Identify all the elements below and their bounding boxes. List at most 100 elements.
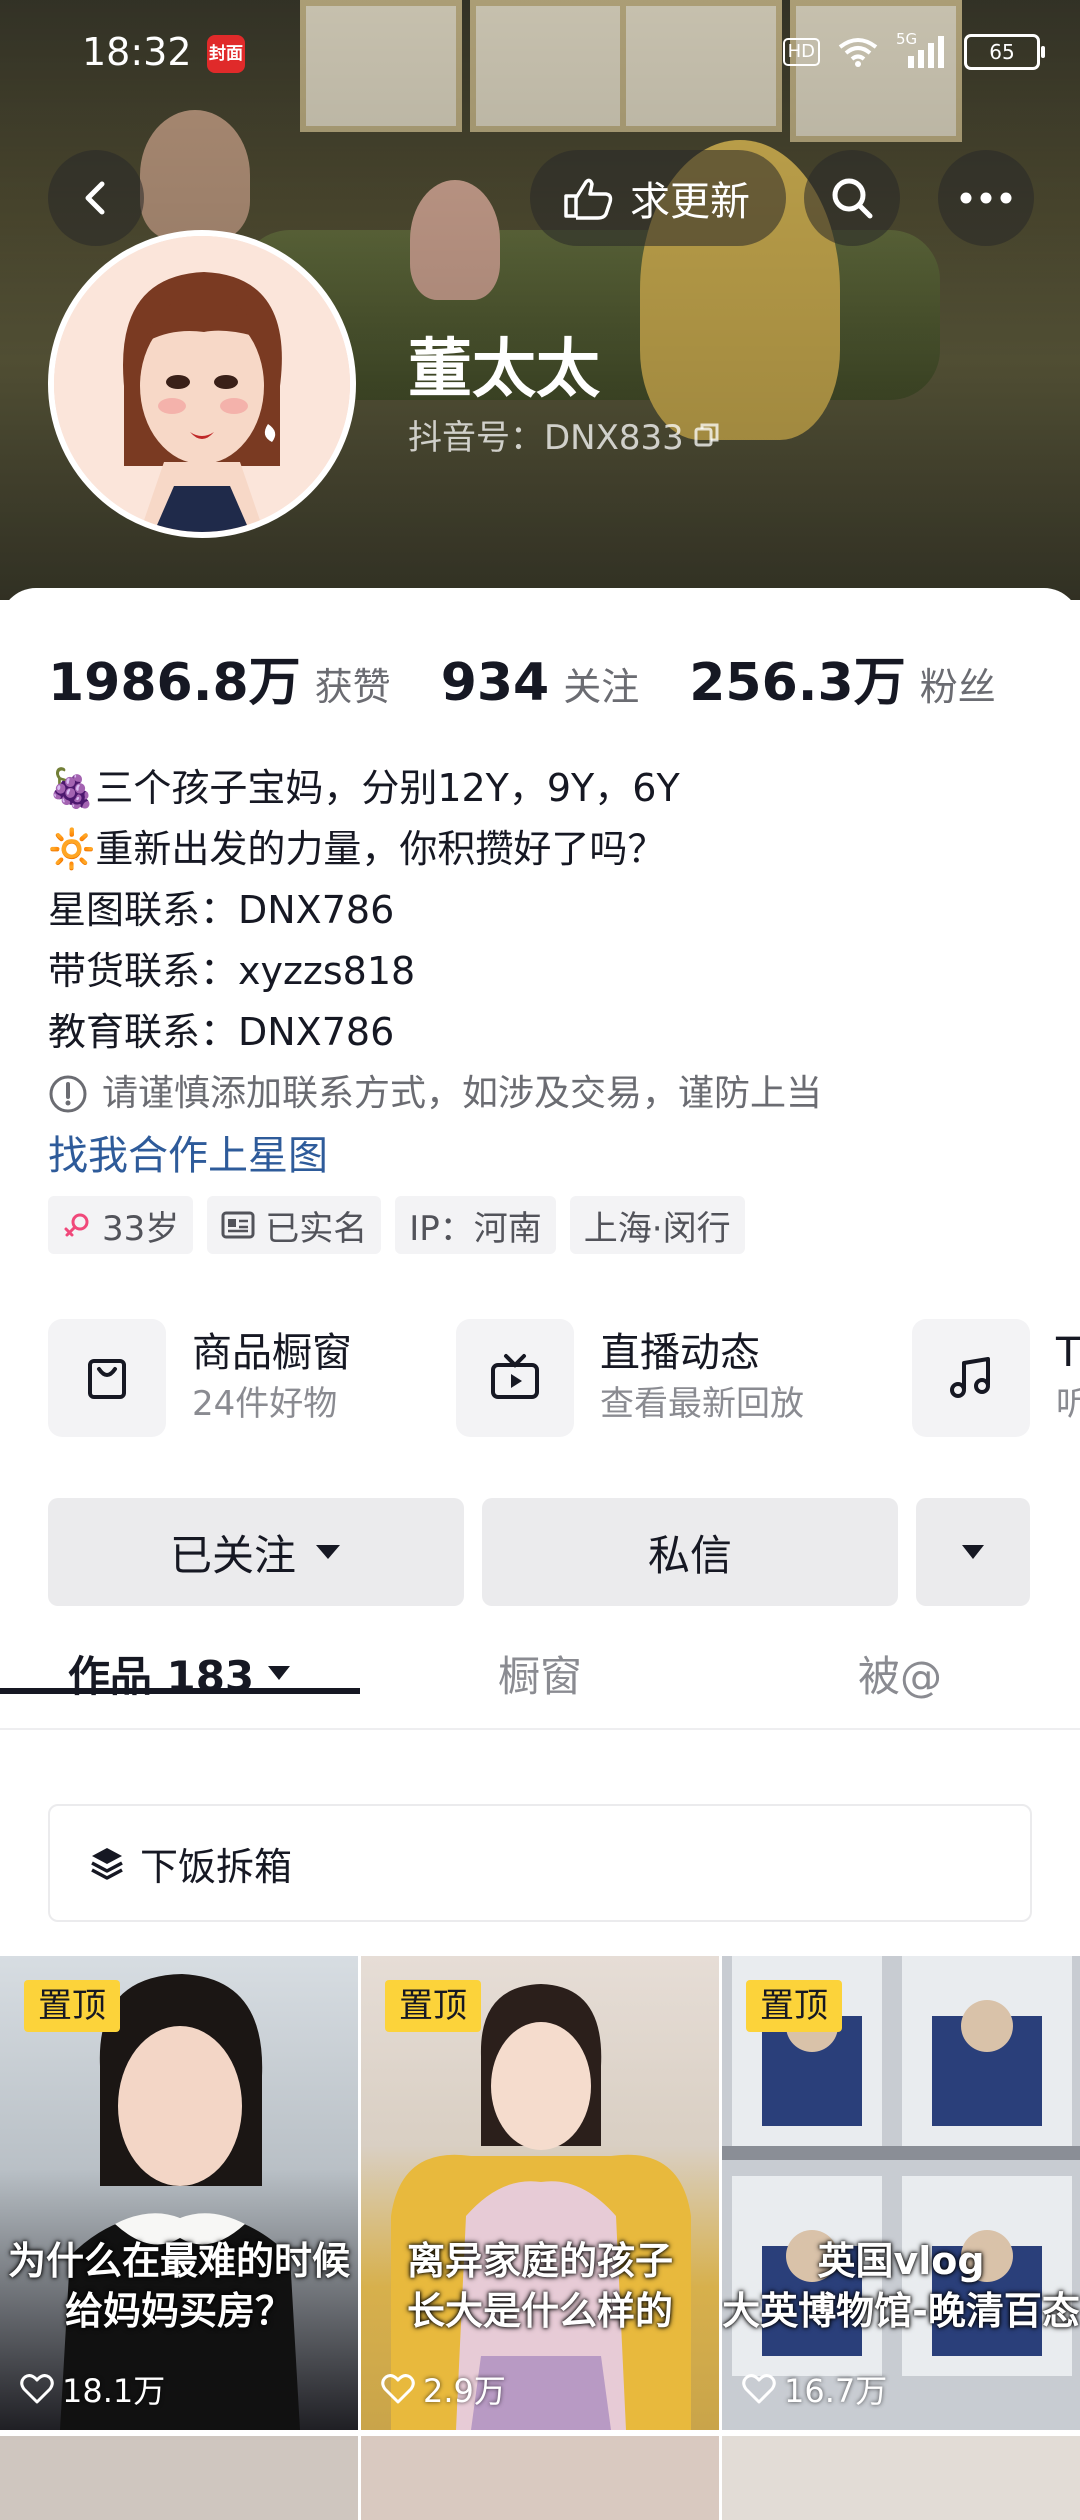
bio-warning: 请谨慎添加联系方式，如涉及交易，谨防上当 xyxy=(48,1063,1032,1124)
profile-stats: 1986.8万 获赞 934 关注 256.3万 粉丝 xyxy=(48,640,1046,715)
stat-label: 获赞 xyxy=(314,665,391,709)
back-button[interactable] xyxy=(48,150,144,246)
stat-followers[interactable]: 256.3万 粉丝 xyxy=(689,640,996,715)
hand-point-icon xyxy=(564,178,613,220)
id-card-icon xyxy=(221,1211,255,1239)
service-title: 商品橱窗 xyxy=(192,1330,352,1376)
avatar-illustration xyxy=(54,236,350,532)
video-likes: 16.7万 xyxy=(742,2366,887,2412)
stat-label: 关注 xyxy=(563,665,640,709)
search-button[interactable] xyxy=(804,150,900,246)
tag-text: 33岁 xyxy=(102,1208,180,1249)
more-dots-icon xyxy=(960,192,1012,204)
video-likes: 18.1万 xyxy=(20,2366,165,2412)
profile-nickname: 董太太 xyxy=(408,333,600,407)
pinned-badge: 置顶 xyxy=(746,1980,842,2032)
copy-icon[interactable] xyxy=(692,420,722,450)
hd-icon: HD xyxy=(782,38,820,66)
tab-mentioned[interactable]: 被@ xyxy=(720,1618,1080,1728)
video-thumbnail[interactable] xyxy=(0,2436,358,2520)
video-caption: 英国vlog 大英博物馆-晚清百态 xyxy=(722,2239,1080,2333)
bio-line: 星图联系：DNX786 xyxy=(48,888,395,932)
request-update-label: 求更新 xyxy=(630,179,750,225)
douyin-id-text: 抖音号：DNX833 xyxy=(408,418,684,458)
wifi-icon xyxy=(838,38,878,67)
caret-down-icon xyxy=(962,1545,984,1559)
cellular-signal-icon: 5G xyxy=(896,30,946,68)
collection-label: 下饭拆箱 xyxy=(140,1844,293,1889)
bio-line: 🔆重新出发的力量，你积攒好了吗？ xyxy=(48,827,666,871)
tag-text: 上海·闵行 xyxy=(583,1208,731,1249)
tag-age: 33岁 xyxy=(48,1196,194,1254)
stat-value: 256.3万 xyxy=(689,653,906,713)
stat-label: 粉丝 xyxy=(919,665,996,709)
bio-line: 教育联系：DNX786 xyxy=(48,1010,395,1054)
caret-down-icon xyxy=(268,1666,291,1680)
bio-line: 带货联系：xyzzs818 xyxy=(48,949,416,993)
content-tabs: 作品 183 橱窗 被@ xyxy=(0,1618,1080,1730)
request-update-button[interactable]: 求更新 xyxy=(530,150,786,246)
service-entries: 商品橱窗 24件好物 直播动态 查看最新回放 T 听 xyxy=(48,1316,1080,1440)
caret-down-icon xyxy=(316,1545,340,1559)
tag-text: 已实名 xyxy=(265,1208,368,1249)
profile-bio: 🍇三个孩子宝妈，分别12Y，9Y，6Y 🔆重新出发的力量，你积攒好了吗？ 星图联… xyxy=(48,758,1032,1188)
service-live-updates[interactable]: 直播动态 查看最新回放 xyxy=(456,1316,804,1440)
stat-following[interactable]: 934 关注 xyxy=(441,653,640,713)
service-subtitle: 24件好物 xyxy=(192,1384,338,1424)
following-button[interactable]: 已关注 xyxy=(48,1498,464,1606)
douyin-id[interactable]: 抖音号：DNX833 xyxy=(408,410,722,459)
service-title: 直播动态 xyxy=(600,1330,760,1376)
news-app-icon: 封面 xyxy=(207,35,245,73)
video-likes: 2.9万 xyxy=(381,2366,506,2412)
video-thumbnail[interactable] xyxy=(722,2436,1080,2520)
star-cooperation-link[interactable]: 找我合作上星图 xyxy=(48,1124,1032,1188)
stat-value: 1986.8万 xyxy=(48,653,301,713)
bio-warning-text: 请谨慎添加联系方式，如涉及交易，谨防上当 xyxy=(102,1073,823,1114)
layers-icon xyxy=(91,1848,123,1880)
video-caption: 离异家庭的孩子 长大是什么样的 xyxy=(406,2239,673,2333)
female-icon xyxy=(64,1213,89,1237)
video-thumbnail[interactable]: 置顶 为什么在最难的时候 给妈妈买房？ 18.1万 xyxy=(0,1956,358,2430)
likes-count: 16.7万 xyxy=(784,2372,888,2410)
collection-entry[interactable]: 下饭拆箱 xyxy=(48,1804,1032,1922)
profile-actions: 已关注 私信 xyxy=(48,1498,1030,1606)
status-bar: 18:32 封面 HD 5G 65 xyxy=(0,0,1080,110)
service-product-showcase[interactable]: 商品橱窗 24件好物 xyxy=(48,1316,352,1440)
service-subtitle: 听 xyxy=(1056,1384,1080,1424)
more-options-button[interactable] xyxy=(938,150,1034,246)
more-actions-dropdown[interactable] xyxy=(916,1498,1030,1606)
video-thumbnail[interactable] xyxy=(361,2436,719,2520)
video-thumbnail[interactable]: 置顶 离异家庭的孩子 长大是什么样的 2.9万 xyxy=(361,1956,719,2430)
bio-line: 🍇三个孩子宝妈，分别12Y，9Y，6Y xyxy=(48,766,680,810)
warning-circle-icon xyxy=(49,1075,87,1112)
video-thumbnail[interactable]: 置顶 英国vlog 大英博物馆-晚清百态 16.7万 xyxy=(722,1956,1080,2430)
tab-label: 橱窗 xyxy=(497,1651,582,1701)
heart-icon xyxy=(381,2374,415,2404)
tab-label: 被@ xyxy=(857,1651,942,1701)
tag-ip: IP：河南 xyxy=(395,1196,556,1254)
active-tab-indicator xyxy=(0,1688,360,1694)
message-label: 私信 xyxy=(647,1530,732,1580)
tab-label: 作品 183 xyxy=(67,1651,255,1701)
service-title: T xyxy=(1056,1330,1080,1376)
message-button[interactable]: 私信 xyxy=(482,1498,898,1606)
pinned-badge: 置顶 xyxy=(385,1980,481,2032)
service-subtitle: 查看最新回放 xyxy=(600,1384,804,1424)
tag-location: 上海·闵行 xyxy=(569,1196,745,1254)
stat-value: 934 xyxy=(440,653,550,713)
heart-icon xyxy=(742,2374,776,2404)
tab-works[interactable]: 作品 183 xyxy=(0,1618,360,1728)
tag-text: IP：河南 xyxy=(409,1208,542,1249)
chevron-left-icon xyxy=(85,181,105,215)
likes-count: 2.9万 xyxy=(423,2372,506,2410)
avatar[interactable] xyxy=(48,230,356,538)
following-label: 已关注 xyxy=(169,1530,296,1580)
stat-likes[interactable]: 1986.8万 获赞 xyxy=(48,640,391,715)
video-caption: 为什么在最难的时候 给妈妈买房？ xyxy=(7,2239,350,2333)
tv-icon xyxy=(491,1354,539,1399)
battery-icon: 65 xyxy=(964,34,1045,70)
tab-showcase[interactable]: 橱窗 xyxy=(360,1618,720,1728)
heart-icon xyxy=(20,2374,54,2404)
service-music[interactable]: T 听 xyxy=(912,1316,1080,1440)
pinned-badge: 置顶 xyxy=(24,1980,120,2032)
